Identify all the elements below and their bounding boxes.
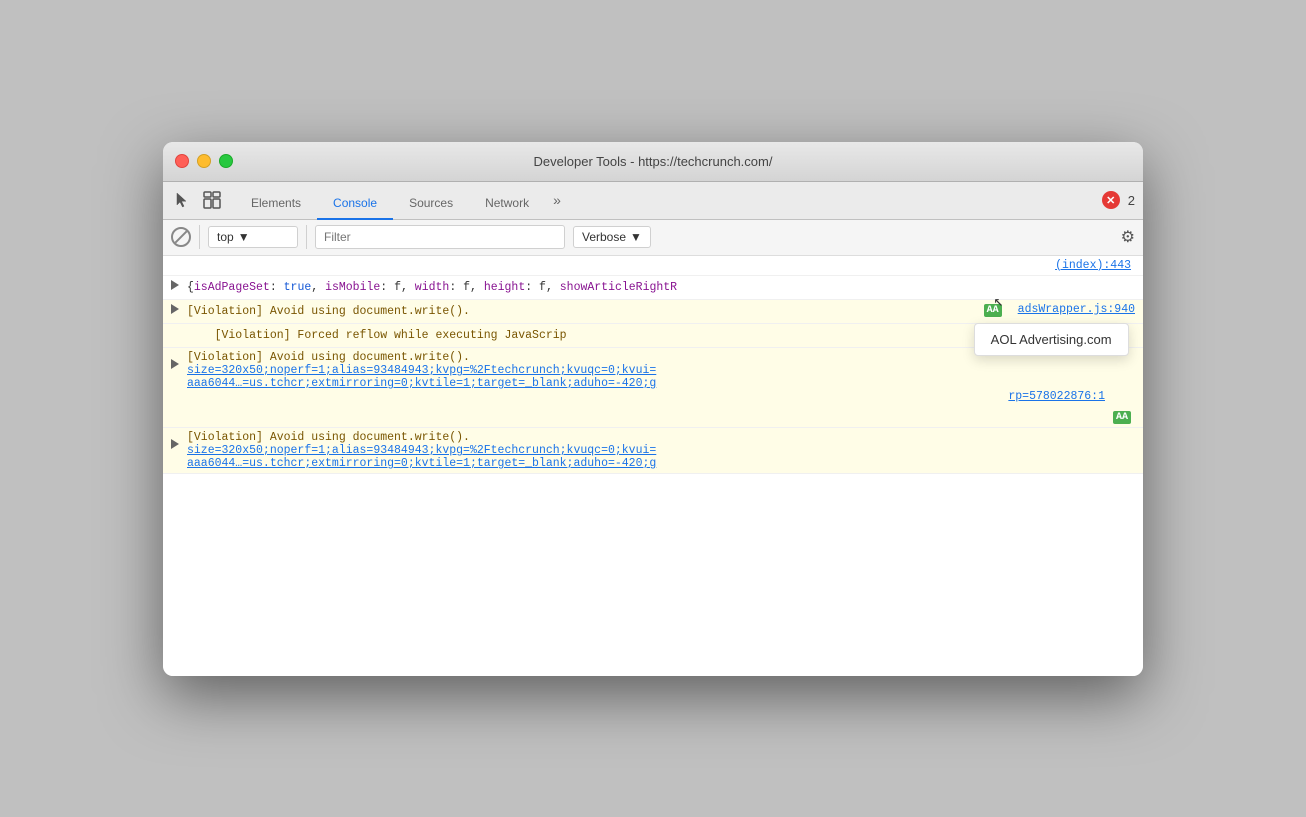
expand-triangle-v2[interactable]	[171, 359, 179, 369]
tab-bar-right: ✕ 2	[1102, 182, 1135, 219]
violation-subline-2-3-container: rp=578022876:1	[187, 390, 1105, 403]
traffic-lights	[175, 154, 233, 168]
clear-console-button[interactable]	[171, 227, 191, 247]
minimize-button[interactable]	[197, 154, 211, 168]
violation-text-3: [Violation] Avoid using document.write()…	[187, 431, 1135, 444]
violation-subline-2-3: rp=578022876:1	[1008, 390, 1105, 403]
context-label: top	[217, 230, 234, 244]
aa-badge-container-1: AA AOL Advertising.com ↖	[984, 303, 1006, 317]
context-dropdown-icon: ▼	[238, 230, 250, 244]
settings-button[interactable]: ⚙	[1121, 227, 1135, 247]
violation-text-2: [Violation] Avoid using document.write()…	[187, 351, 1105, 364]
close-button[interactable]	[175, 154, 189, 168]
object-content: {isAdPageSet: true, isMobile: f, width: …	[187, 279, 1135, 296]
violation-subline-2-1: size=320x50;noperf=1;alias=93484943;kvpg…	[187, 364, 1105, 377]
console-line-object: {isAdPageSet: true, isMobile: f, width: …	[163, 276, 1143, 300]
maximize-button[interactable]	[219, 154, 233, 168]
error-badge-icon: ✕	[1102, 191, 1120, 209]
tab-network[interactable]: Network	[469, 188, 545, 220]
aa-badge-1[interactable]: AA	[984, 304, 1002, 317]
more-tabs-button[interactable]: »	[545, 182, 569, 219]
tab-elements[interactable]: Elements	[235, 188, 317, 220]
line-right-1: AA AOL Advertising.com ↖ adsWrapper.js:9…	[984, 303, 1135, 317]
console-line-violation-1: [Violation] Avoid using document.write()…	[163, 300, 1143, 324]
error-count: 2	[1128, 193, 1135, 208]
violation-content-1: [Violation] Avoid using document.write()…	[187, 303, 984, 320]
tab-bar: Elements Console Sources Network » ✕ 2	[163, 182, 1143, 220]
tab-console[interactable]: Console	[317, 188, 393, 220]
devtools-window: Developer Tools - https://techcrunch.com…	[163, 142, 1143, 676]
aa-badge-container-2: AA	[1105, 351, 1135, 424]
console-line-violation-3: [Violation] Avoid using document.write()…	[163, 428, 1143, 474]
console-line-index: (index):443	[163, 256, 1143, 276]
expand-triangle-v3[interactable]	[171, 439, 179, 449]
verbose-dropdown-icon: ▼	[630, 230, 642, 244]
toolbar-divider-2	[306, 225, 307, 249]
window-title: Developer Tools - https://techcrunch.com…	[534, 154, 773, 169]
tabs: Elements Console Sources Network	[235, 182, 545, 219]
verbose-label: Verbose	[582, 230, 626, 244]
console-content: (index):443 {isAdPageSet: true, isMobile…	[163, 256, 1143, 676]
violation-subline-2-2: aaa6044…=us.tchcr;extmirroring=0;kvtile=…	[187, 377, 1105, 390]
context-select[interactable]: top ▼	[208, 226, 298, 248]
title-bar: Developer Tools - https://techcrunch.com…	[163, 142, 1143, 182]
tooltip-aol: AOL Advertising.com	[974, 323, 1129, 356]
filter-input[interactable]	[315, 225, 565, 249]
verbose-select[interactable]: Verbose ▼	[573, 226, 651, 248]
console-line-violation-2: [Violation] Avoid using document.write()…	[163, 348, 1143, 428]
cursor-tool-icon[interactable]	[171, 189, 193, 211]
violation-subline-3-2: aaa6044…=us.tchcr;extmirroring=0;kvtile=…	[187, 457, 1135, 470]
inspect-tool-icon[interactable]	[201, 189, 223, 211]
console-toolbar: top ▼ Verbose ▼ ⚙	[163, 220, 1143, 256]
expand-triangle-object[interactable]	[171, 280, 179, 290]
tab-sources[interactable]: Sources	[393, 188, 469, 220]
index-ref[interactable]: (index):443	[1055, 259, 1131, 272]
aa-badge-2[interactable]: AA	[1113, 411, 1131, 424]
violation-subline-3-1: size=320x50;noperf=1;alias=93484943;kvpg…	[187, 444, 1135, 457]
file-ref-1[interactable]: adsWrapper.js:940	[1010, 303, 1135, 316]
expand-triangle-v1[interactable]	[171, 304, 179, 314]
toolbar-divider-1	[199, 225, 200, 249]
tab-tools	[171, 182, 223, 219]
